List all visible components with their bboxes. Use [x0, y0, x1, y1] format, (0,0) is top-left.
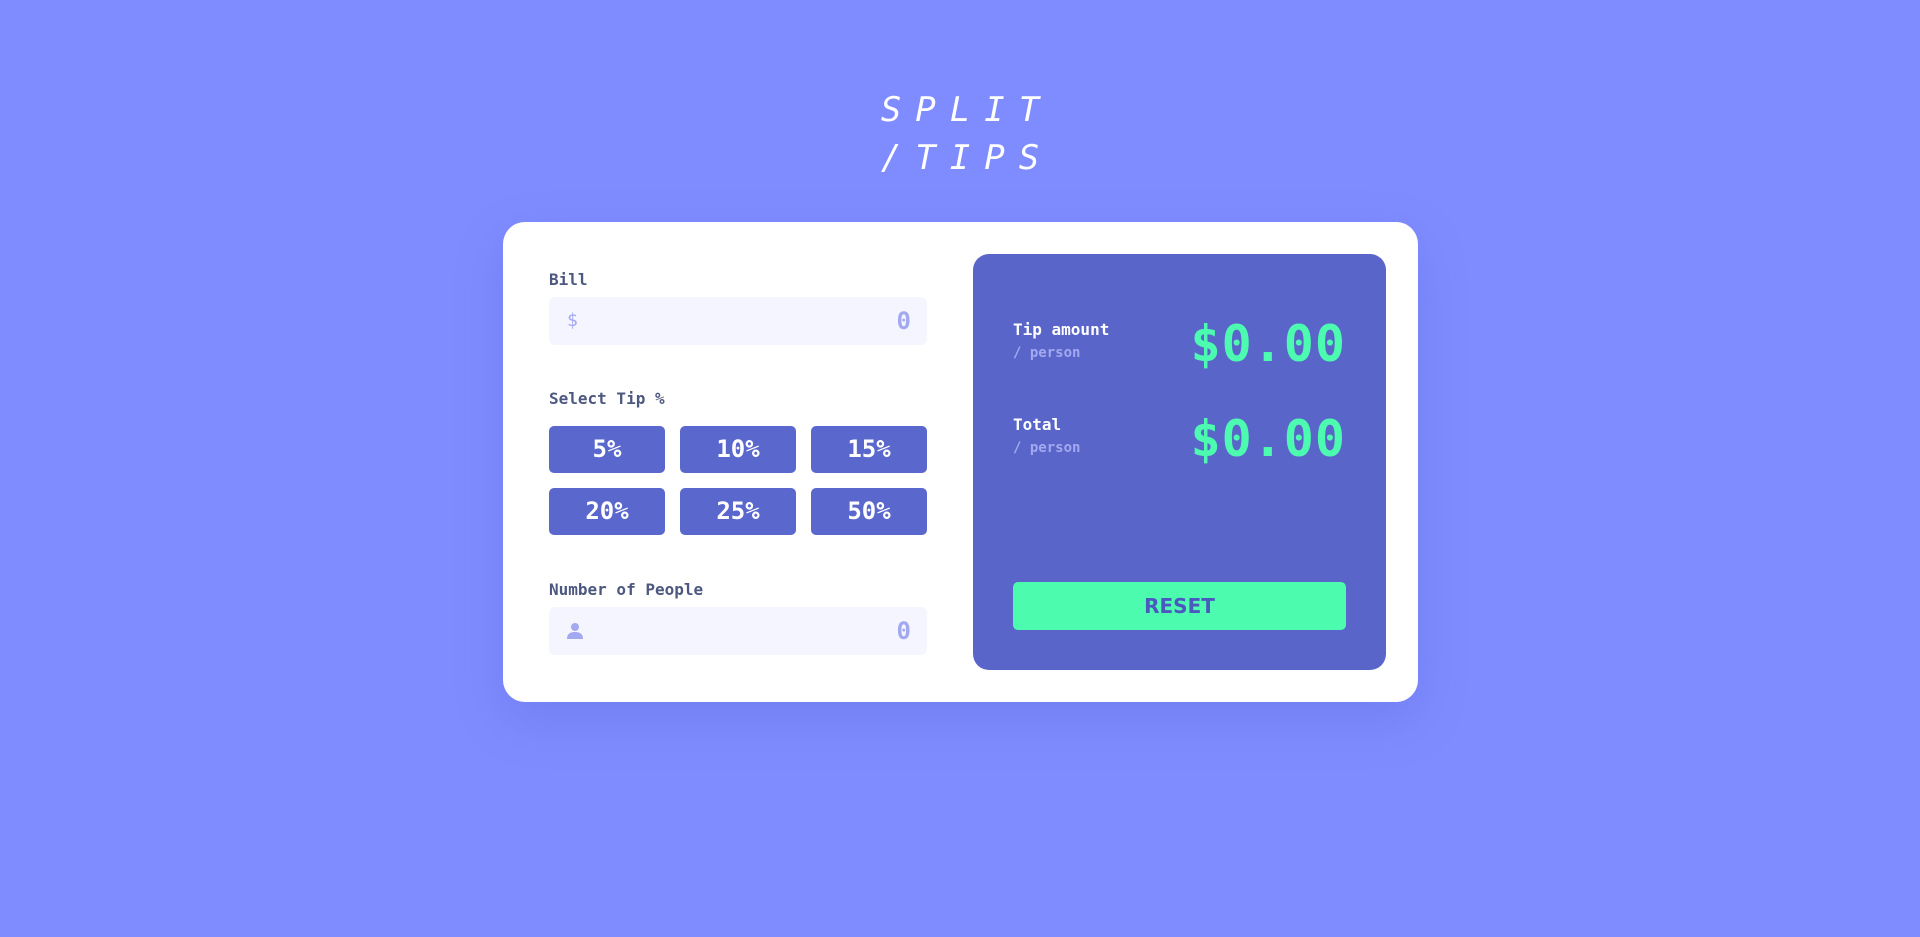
tip-button-10[interactable]: 10% [680, 426, 796, 473]
total-value: $0.00 [1190, 410, 1346, 468]
tip-button-20[interactable]: 20% [549, 488, 665, 535]
tip-amount-value: $0.00 [1190, 315, 1346, 373]
bill-label: Bill [549, 270, 588, 289]
people-label: Number of People [549, 580, 704, 599]
person-icon [567, 623, 583, 639]
tip-button-5[interactable]: 5% [549, 426, 665, 473]
people-field [549, 607, 927, 655]
logo-line-1: SPLIT [880, 90, 1054, 130]
dollar-icon: $ [567, 310, 578, 331]
select-tip-label: Select Tip % [549, 389, 665, 408]
bill-field: $ [549, 297, 927, 345]
reset-button[interactable]: RESET [1013, 582, 1346, 630]
people-input[interactable] [627, 607, 927, 655]
logo-line-2: /TIPS [880, 138, 1054, 178]
total-sub: / person [1013, 440, 1081, 456]
tip-amount-title: Tip amount [1013, 320, 1110, 339]
input-panel: Bill $ Select Tip % 5% 10% 15% 20% 25% 5… [549, 222, 927, 702]
calculator-card: Bill $ Select Tip % 5% 10% 15% 20% 25% 5… [503, 222, 1418, 702]
bill-input[interactable] [627, 297, 927, 345]
results-panel: Tip amount / person $0.00 Total / person… [973, 254, 1386, 670]
total-row: Total / person $0.00 [1013, 410, 1346, 475]
tip-amount-sub: / person [1013, 345, 1081, 361]
app-logo: SPLIT /TIPS [0, 86, 1920, 182]
tip-options: 5% 10% 15% 20% 25% 50% [549, 426, 927, 535]
tip-button-25[interactable]: 25% [680, 488, 796, 535]
total-title: Total [1013, 415, 1062, 434]
page: { "logo": { "line1": "SPLIT", "line2": "… [0, 0, 1920, 937]
tip-button-50[interactable]: 50% [811, 488, 927, 535]
tip-amount-row: Tip amount / person $0.00 [1013, 315, 1346, 380]
tip-button-15[interactable]: 15% [811, 426, 927, 473]
